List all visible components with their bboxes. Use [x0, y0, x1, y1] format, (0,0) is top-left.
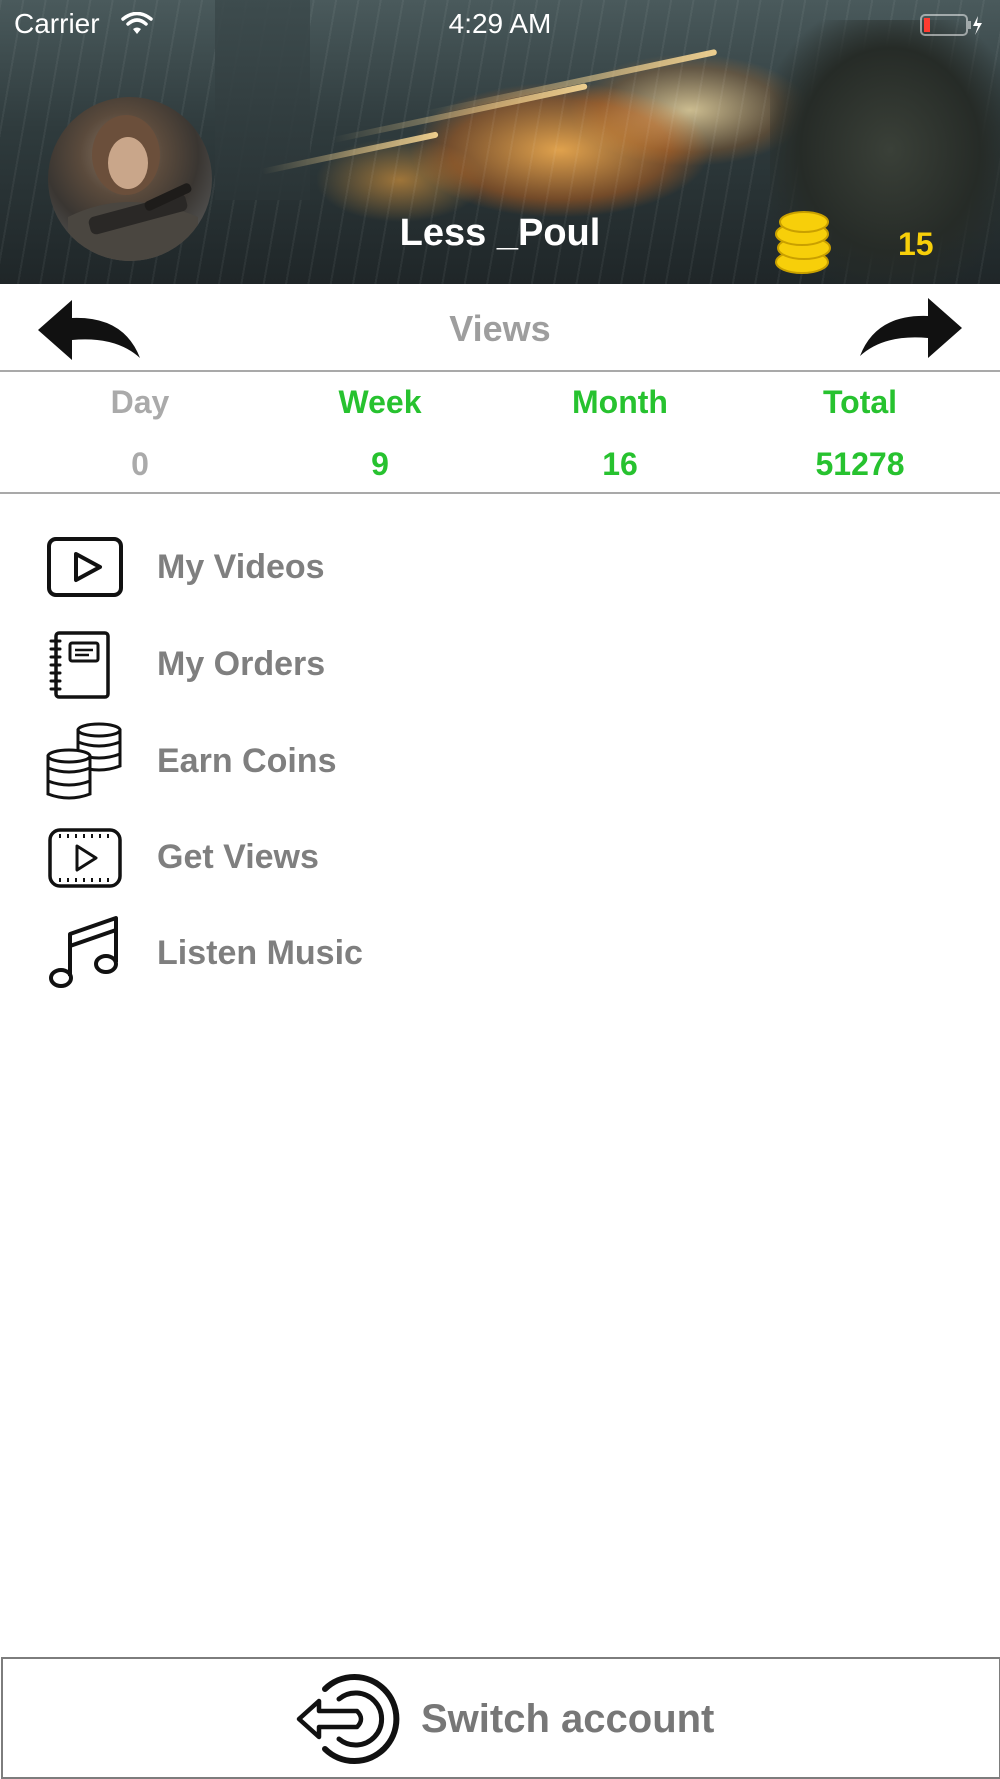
- stat-week-label: Week: [338, 384, 422, 420]
- stat-total-value: 51278: [815, 446, 905, 482]
- menu-item-label: My Orders: [157, 645, 326, 683]
- stat-month-label: Month: [572, 384, 668, 420]
- profile-header: Carrier 4:29 AM Less _Poul 15: [0, 0, 1000, 284]
- stat-day-label: Day: [110, 384, 170, 420]
- menu-item-earn-coins[interactable]: Earn Coins: [0, 722, 1000, 818]
- username: Less _Poul: [399, 212, 601, 254]
- avatar[interactable]: [48, 97, 212, 261]
- play-icon: [47, 537, 123, 597]
- menu-item-label: Get Views: [157, 838, 319, 876]
- views-stats: Day 0 Week 9 Month 16 Total 51278: [0, 372, 1000, 494]
- notebook-icon: [49, 631, 110, 699]
- switch-account-button[interactable]: Switch account: [1, 1657, 1000, 1779]
- coin-stack-icon: [775, 211, 831, 274]
- stat-month-value: 16: [602, 446, 638, 482]
- menu-item-label: Earn Coins: [157, 742, 337, 780]
- logout-icon: [296, 1674, 400, 1764]
- menu-item-label: Listen Music: [157, 934, 363, 972]
- coin-balance: 15: [898, 226, 934, 262]
- stat-day-value: 0: [131, 446, 149, 482]
- avatar-image: [68, 115, 198, 261]
- page-title: Views: [449, 308, 551, 349]
- forward-arrow-icon[interactable]: [856, 294, 964, 360]
- switch-account-label: Switch account: [421, 1697, 715, 1741]
- stat-week-value: 9: [371, 446, 389, 482]
- menu-item-my-videos[interactable]: My Videos: [0, 528, 1000, 624]
- battery-icon: [920, 14, 982, 36]
- menu-item-my-orders[interactable]: My Orders: [0, 625, 1000, 721]
- menu-item-label: My Videos: [157, 548, 325, 586]
- status-time: 4:29 AM: [448, 8, 552, 39]
- menu-item-listen-music[interactable]: Listen Music: [0, 914, 1000, 1010]
- film-play-icon: [48, 828, 122, 888]
- music-note-icon: [49, 916, 118, 988]
- back-arrow-icon[interactable]: [36, 296, 144, 362]
- status-bar: Carrier 4:29 AM: [0, 0, 1000, 50]
- coins-icon: [46, 722, 122, 800]
- views-navbar: Views: [0, 284, 1000, 372]
- menu-item-get-views[interactable]: Get Views: [0, 818, 1000, 914]
- stat-total-label: Total: [822, 384, 898, 420]
